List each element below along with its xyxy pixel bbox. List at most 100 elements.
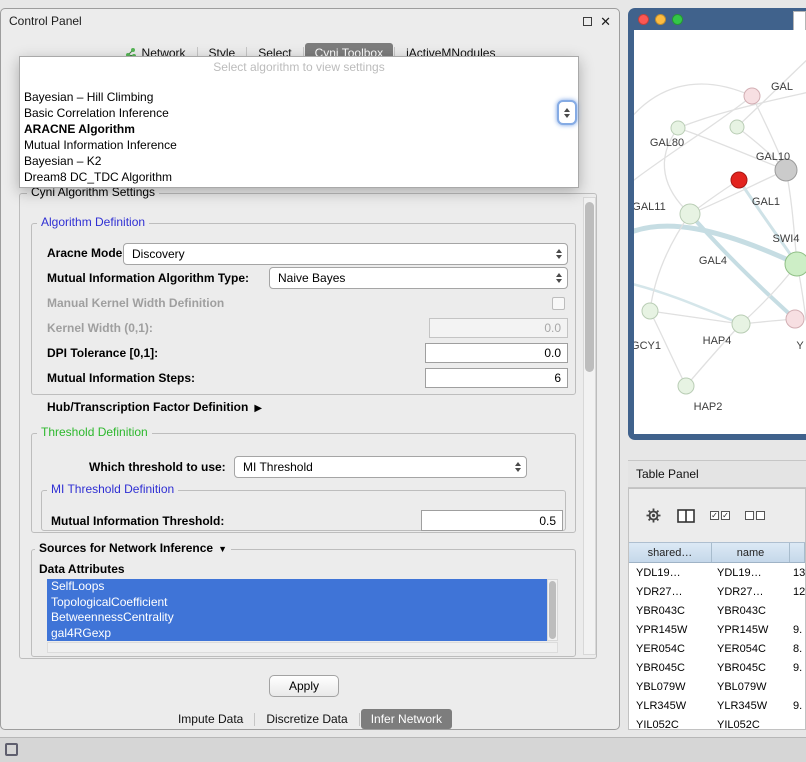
algorithm-option[interactable]: Dream8 DC_TDC Algorithm xyxy=(20,169,578,185)
table-cell: YDR27… xyxy=(629,586,712,598)
attribute-item[interactable]: BetweennessCentrality xyxy=(47,610,547,626)
table-row[interactable]: YIL052CYIL052C xyxy=(629,715,805,730)
algorithm-combobox-fragment[interactable] xyxy=(557,100,577,125)
scrollbar-thumb[interactable] xyxy=(549,581,556,639)
stepper-arrows-icon xyxy=(556,268,562,288)
network-node[interactable] xyxy=(744,88,760,104)
mi-threshold-field[interactable]: 0.5 xyxy=(421,510,563,531)
mi-steps-field[interactable]: 6 xyxy=(425,368,568,388)
network-node[interactable] xyxy=(731,172,747,188)
network-node[interactable] xyxy=(678,378,694,394)
table-row[interactable]: YDR27…YDR27…12 xyxy=(629,582,805,601)
table-row[interactable]: YBL079WYBL079W xyxy=(629,677,805,696)
network-node[interactable] xyxy=(671,121,685,135)
close-icon[interactable]: ✕ xyxy=(600,15,611,28)
network-node[interactable] xyxy=(642,303,658,319)
node-label: GCY1 xyxy=(634,340,661,352)
hub-section-toggle[interactable]: Hub/Transcription Factor Definition▶ xyxy=(47,400,262,416)
network-edge xyxy=(634,84,752,120)
table-row[interactable]: YBR043CYBR043C xyxy=(629,601,805,620)
columns-icon[interactable] xyxy=(677,509,695,523)
algorithm-option[interactable]: Bayesian – Hill Climbing xyxy=(20,89,578,105)
dpi-tolerance-field[interactable]: 0.0 xyxy=(425,343,568,363)
table-row[interactable]: YPR145WYPR145W9. xyxy=(629,620,805,639)
kernel-width-field[interactable]: 0.0 xyxy=(429,318,568,338)
control-panel-titlebar: Control Panel ✕ xyxy=(1,9,619,33)
table-panel-titlebar: Table Panel xyxy=(628,460,806,488)
tab-discretize-data[interactable]: Discretize Data xyxy=(256,709,357,729)
aracne-mode-label: Aracne Mode: xyxy=(47,246,126,260)
node-label: GAL xyxy=(771,81,793,93)
which-threshold-label: Which threshold to use: xyxy=(89,460,226,474)
table-cell: 9. xyxy=(790,662,805,674)
aracne-mode-select[interactable]: Discovery xyxy=(123,243,568,265)
table-cell: YBR043C xyxy=(629,605,712,617)
attributes-list-hscrollbar[interactable] xyxy=(47,642,558,653)
sources-section-title: Sources for Network Inference xyxy=(39,541,213,555)
zoom-traffic-light[interactable] xyxy=(672,14,683,25)
table-cell: YIL052C xyxy=(629,719,712,731)
table-cell: YBR043C xyxy=(712,605,790,617)
node-label: HAP2 xyxy=(694,401,723,413)
network-node[interactable] xyxy=(730,120,744,134)
network-node[interactable] xyxy=(785,252,806,276)
apply-button[interactable]: Apply xyxy=(269,675,339,697)
scrollbar-thumb[interactable] xyxy=(585,202,594,372)
column-header[interactable]: name xyxy=(712,543,790,562)
select-all-icon[interactable]: ✓✓ xyxy=(710,511,730,520)
attributes-list-scrollbar[interactable] xyxy=(547,579,558,641)
table-header: shared…name xyxy=(629,542,805,563)
manual-kernel-checkbox[interactable] xyxy=(552,297,565,310)
settings-scrollbar[interactable] xyxy=(583,197,596,655)
table-cell: YDL19… xyxy=(629,567,712,579)
mi-algorithm-type-value: Naive Bayes xyxy=(278,271,345,285)
network-canvas[interactable]: GALGAL80GAL10GAL11GAL1SWI4GAL4GCY1HAP4YH… xyxy=(634,30,806,434)
bottom-tab-bar: Impute Data Discretize Data Infer Network xyxy=(1,708,619,730)
mi-algorithm-type-select[interactable]: Naive Bayes xyxy=(269,267,568,289)
algorithm-option[interactable]: ARACNE Algorithm xyxy=(20,121,578,137)
algorithm-option[interactable]: Bayesian – K2 xyxy=(20,153,578,169)
aracne-mode-value: Discovery xyxy=(132,247,185,261)
desktop: Control Panel ✕ NetworkStyleSelectCyni T… xyxy=(0,0,806,762)
table-row[interactable]: YLR345WYLR345W9. xyxy=(629,696,805,715)
algorithm-definition-title: Algorithm Definition xyxy=(37,216,149,229)
table-panel: ✓✓ shared…name YDL19…YDL19…13YDR27…YDR27… xyxy=(628,488,806,730)
tab-label: Infer Network xyxy=(371,712,442,726)
algorithm-popup: Select algorithm to view settings Bayesi… xyxy=(19,56,579,188)
table-panel-title: Table Panel xyxy=(636,467,699,481)
table-row[interactable]: YBR045CYBR045C9. xyxy=(629,658,805,677)
minimize-traffic-light[interactable] xyxy=(655,14,666,25)
table-cell: YLR345W xyxy=(712,700,790,712)
network-node[interactable] xyxy=(786,310,804,328)
window-title: Control Panel xyxy=(9,14,82,28)
taskbar-window-icon[interactable] xyxy=(5,743,18,756)
attribute-item[interactable]: gal4RGexp xyxy=(47,626,547,642)
tab-infer-network[interactable]: Infer Network xyxy=(361,709,452,729)
mi-steps-label: Mutual Information Steps: xyxy=(47,371,195,385)
tab-impute-data[interactable]: Impute Data xyxy=(168,709,253,729)
network-node[interactable] xyxy=(732,315,750,333)
node-label: GAL1 xyxy=(752,196,780,208)
table-row[interactable]: YDL19…YDL19…13 xyxy=(629,563,805,582)
table-cell: 8. xyxy=(790,643,805,655)
table-cell: YPR145W xyxy=(712,624,790,636)
attribute-item[interactable]: TopologicalCoefficient xyxy=(47,595,547,611)
algorithm-option[interactable]: Mutual Information Inference xyxy=(20,137,578,153)
deselect-all-icon[interactable] xyxy=(745,511,765,520)
node-label: GAL4 xyxy=(699,255,727,267)
table-row[interactable]: YER054CYER054C8. xyxy=(629,639,805,658)
tab-label: Impute Data xyxy=(178,712,243,726)
which-threshold-select[interactable]: MI Threshold xyxy=(234,456,527,478)
algorithm-option[interactable]: Basic Correlation Inference xyxy=(20,105,578,121)
column-header[interactable] xyxy=(790,543,805,562)
float-window-icon[interactable] xyxy=(583,17,592,26)
attribute-item[interactable]: SelfLoops xyxy=(47,579,547,595)
sources-section-toggle[interactable]: Sources for Network Inference▼ xyxy=(35,542,231,556)
settings-gear-icon[interactable] xyxy=(645,507,662,524)
table-cell: YER054C xyxy=(712,643,790,655)
kernel-width-label: Kernel Width (0,1): xyxy=(47,321,153,335)
column-header[interactable]: shared… xyxy=(629,543,712,562)
network-node[interactable] xyxy=(680,204,700,224)
table-cell: YPR145W xyxy=(629,624,712,636)
close-traffic-light[interactable] xyxy=(638,14,649,25)
